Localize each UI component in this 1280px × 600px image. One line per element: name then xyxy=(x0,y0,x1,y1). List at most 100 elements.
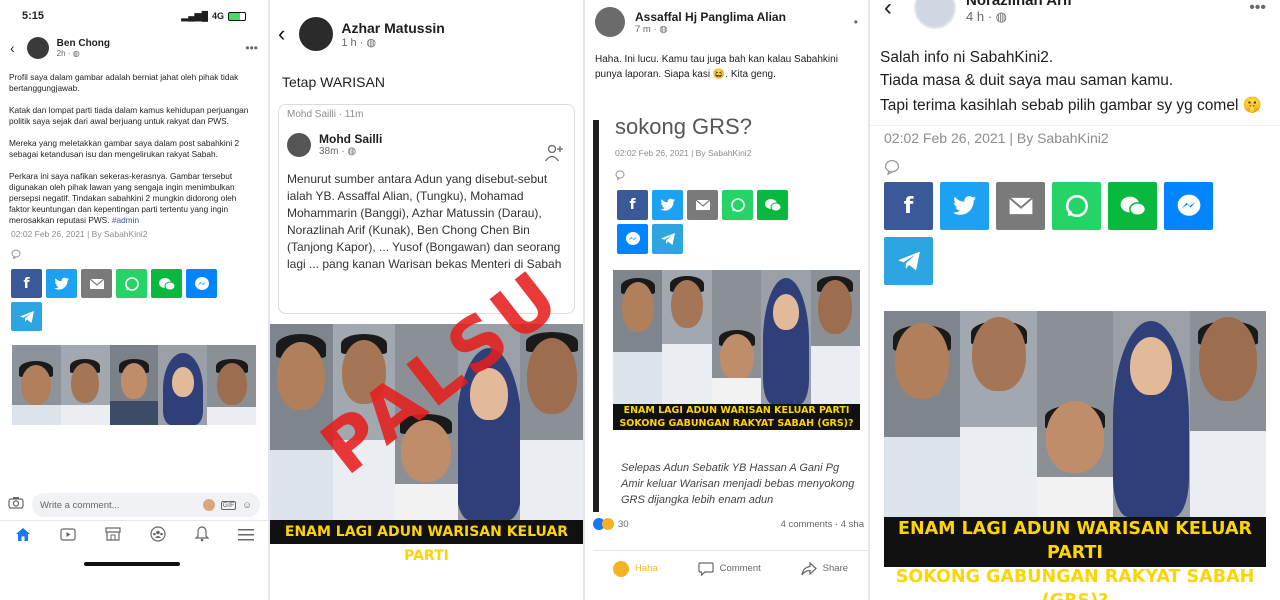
article-photo[interactable] xyxy=(884,311,1266,517)
avatar[interactable] xyxy=(595,7,625,37)
article-meta: 02:02 Feb 26, 2021 | By SabahKini2 xyxy=(870,125,1280,150)
facebook-icon[interactable]: f xyxy=(884,182,933,230)
back-arrow-icon[interactable]: ‹ xyxy=(278,21,285,47)
photo-face xyxy=(662,270,712,404)
post-actions: Haha Comment Share xyxy=(593,550,868,580)
facebook-icon[interactable]: f xyxy=(617,190,648,220)
twitter-icon[interactable] xyxy=(652,190,683,220)
wechat-icon[interactable] xyxy=(151,269,182,298)
comment-bubble-icon[interactable] xyxy=(599,158,868,186)
avatar[interactable] xyxy=(299,17,334,51)
wechat-icon[interactable] xyxy=(1108,182,1157,230)
telegram-icon[interactable] xyxy=(652,224,683,254)
avatar-sticker-icon[interactable] xyxy=(202,499,215,511)
comment-bar: Write a comment... GIF ☺ xyxy=(0,492,268,518)
more-options-icon[interactable]: ••• xyxy=(245,41,258,55)
post-body: Profil saya dalam gambar adalah berniat … xyxy=(0,64,268,226)
article-meta: 02:02 Feb 26, 2021 | By SabahKini2 xyxy=(11,229,148,239)
photo-face xyxy=(1113,311,1190,517)
share-arrow-icon xyxy=(801,561,817,575)
photo-face xyxy=(158,345,208,425)
menu-icon[interactable] xyxy=(237,528,254,546)
marketplace-icon[interactable] xyxy=(104,527,121,546)
reactions-summary[interactable]: 30 4 comments · 4 sha xyxy=(593,518,868,530)
back-arrow-icon[interactable]: ‹ xyxy=(10,40,15,56)
comment-input[interactable]: Write a comment... GIF ☺ xyxy=(32,493,260,517)
photo-face xyxy=(761,270,811,404)
avatar[interactable] xyxy=(914,0,956,29)
signal-icon: ▂▄▆█ xyxy=(181,10,208,21)
article-meta: 02:02 Feb 26, 2021 | By SabahKini2 xyxy=(615,148,752,158)
haha-button[interactable]: Haha xyxy=(612,560,658,577)
telegram-icon[interactable] xyxy=(884,237,933,285)
photo-face xyxy=(960,311,1037,517)
avatar[interactable] xyxy=(26,37,49,59)
groups-icon[interactable] xyxy=(149,526,166,547)
notifications-icon[interactable] xyxy=(194,526,209,547)
whatsapp-icon[interactable] xyxy=(722,190,753,220)
article-photo[interactable] xyxy=(12,345,256,425)
author-name[interactable]: Assaffal Hj Panglima Alian xyxy=(635,10,786,24)
post-time: 7 m · ◍ xyxy=(635,23,668,35)
comment-bubble-icon[interactable] xyxy=(0,239,268,265)
camera-icon[interactable] xyxy=(8,496,24,514)
post-paragraph: Mereka yang meletakkan gambar saya dalam… xyxy=(9,138,240,159)
telegram-icon[interactable] xyxy=(11,302,42,331)
gif-icon[interactable]: GIF xyxy=(220,500,237,510)
panel-assaffal: Assaffal Hj Panglima Alian 7 m · ◍ • Hah… xyxy=(585,0,868,600)
article-photo[interactable] xyxy=(613,270,860,404)
more-options-icon[interactable]: ••• xyxy=(1249,0,1266,17)
wechat-icon[interactable] xyxy=(757,190,788,220)
shared-post-origin: Mohd Sailli · 11m xyxy=(287,109,364,120)
photo-face xyxy=(1036,311,1114,517)
author-name[interactable]: Norazlinah Arif xyxy=(966,0,1072,9)
home-icon[interactable] xyxy=(15,527,31,547)
photo-face xyxy=(12,345,61,425)
whatsapp-icon[interactable] xyxy=(116,269,147,298)
status-bar: 5:15 ▂▄▆█ 4G xyxy=(0,0,268,32)
emoji-icon[interactable]: ☺ xyxy=(242,500,252,511)
messenger-icon[interactable] xyxy=(617,224,648,254)
whatsapp-icon[interactable] xyxy=(1052,182,1101,230)
post-time: 2h · ◍ xyxy=(56,49,80,58)
more-options-icon[interactable]: • xyxy=(854,15,858,29)
comment-share-count[interactable]: 4 comments · 4 sha xyxy=(781,519,868,530)
comment-button[interactable]: Comment xyxy=(697,561,761,576)
author-name[interactable]: Ben Chong xyxy=(57,38,110,49)
avatar[interactable] xyxy=(287,132,311,157)
globe-icon: ◍ xyxy=(995,8,1007,24)
article-title: sokong GRS? xyxy=(615,114,752,139)
photo-face xyxy=(1189,311,1266,517)
panel-azhar-matussin: ‹ Azhar Matussin 1 h · ◍ Tetap WARISAN M… xyxy=(270,0,583,600)
post-header: ‹ Norazlinah Arif 4 h · ◍ ••• xyxy=(870,0,1280,29)
email-icon[interactable] xyxy=(687,190,718,220)
twitter-icon[interactable] xyxy=(940,182,989,230)
share-button[interactable]: Share xyxy=(801,561,848,576)
author-name[interactable]: Azhar Matussin xyxy=(341,20,444,36)
post-time: 1 h · ◍ xyxy=(341,36,377,49)
watch-icon[interactable] xyxy=(59,527,76,546)
photo-face xyxy=(884,311,961,517)
comment-bubble-icon[interactable] xyxy=(870,150,1280,178)
post-header: ‹ Ben Chong 2h · ◍ ••• xyxy=(0,32,268,64)
post-message: Salah info ni SabahKini2. Tiada masa & d… xyxy=(880,49,1262,114)
hashtag-link[interactable]: #admin xyxy=(112,215,139,225)
twitter-icon[interactable] xyxy=(46,269,77,298)
share-buttons: f xyxy=(0,265,240,335)
post-paragraph: Perkara ini saya nafikan sekeras-kerasny… xyxy=(9,171,237,225)
battery-icon xyxy=(228,11,246,21)
email-icon[interactable] xyxy=(996,182,1045,230)
add-friend-icon[interactable] xyxy=(544,143,564,168)
back-arrow-icon[interactable]: ‹ xyxy=(884,0,892,22)
messenger-icon[interactable] xyxy=(186,269,217,298)
headline-banner: ENAM LAGI ADUN WARISAN KELUAR PARTI SOKO… xyxy=(884,517,1266,600)
inner-author-name[interactable]: Mohd Sailli xyxy=(319,132,382,146)
post-header: Assaffal Hj Panglima Alian 7 m · ◍ • xyxy=(585,0,868,44)
photo-face xyxy=(810,270,860,404)
messenger-icon[interactable] xyxy=(1164,182,1213,230)
reaction-count: 30 xyxy=(618,518,629,530)
email-icon[interactable] xyxy=(81,269,112,298)
facebook-icon[interactable]: f xyxy=(11,269,42,298)
photo-face xyxy=(711,270,762,404)
shared-article[interactable]: sokong GRS? 02:02 Feb 26, 2021 | By Saba… xyxy=(593,114,868,512)
